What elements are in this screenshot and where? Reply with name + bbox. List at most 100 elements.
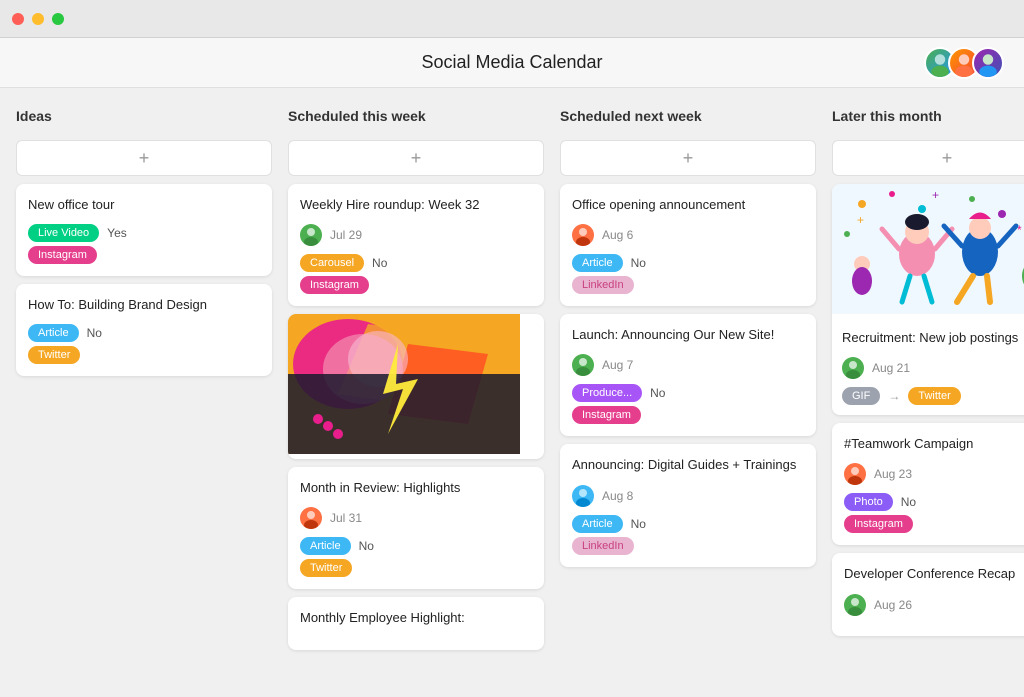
card-meta: Aug 23 [844, 463, 1024, 485]
tags-row-2: LinkedIn [572, 276, 804, 294]
tag-live-video: Live Video [28, 224, 99, 242]
status-no: No [631, 517, 646, 531]
card-date: Jul 29 [330, 228, 362, 242]
card-meta: Aug 21 [842, 357, 1024, 379]
status-yes: Yes [107, 226, 127, 240]
status-no: No [359, 539, 374, 553]
add-ideas-button[interactable]: + [16, 140, 272, 176]
card-title: #Teamwork Campaign [844, 435, 1024, 453]
card-title: Announcing: Digital Guides + Trainings [572, 456, 804, 474]
tag-twitter: Twitter [28, 346, 80, 364]
tag-instagram: Instagram [844, 515, 913, 533]
tags-row: Carousel No [300, 254, 532, 272]
card-avatar [844, 594, 866, 616]
tag-carousel: Carousel [300, 254, 364, 272]
card-avatar [842, 357, 864, 379]
minimize-button[interactable] [32, 13, 44, 25]
tags-row: Produce... No [572, 384, 804, 402]
card-meta: Aug 7 [572, 354, 804, 376]
column-ideas: Ideas + New office tour Live Video Yes I… [16, 104, 272, 675]
card-date: Aug 26 [874, 598, 912, 612]
card-meta: Aug 26 [844, 594, 1024, 616]
card-date: Aug 23 [874, 467, 912, 481]
tags-row: Article No [300, 537, 532, 555]
column-scheduled-next-week-header: Scheduled next week [560, 104, 816, 128]
arrow-right: → [888, 389, 900, 403]
tags-row-2: Instagram [844, 515, 1024, 533]
card-office-opening: Office opening announcement Aug 6 Articl… [560, 184, 816, 306]
card-weekly-hire: Weekly Hire roundup: Week 32 Jul 29 Caro… [288, 184, 544, 306]
tags-row-2: LinkedIn [572, 537, 804, 555]
tag-article: Article [572, 515, 623, 533]
card-avatar [300, 507, 322, 529]
tag-linkedin: LinkedIn [572, 276, 634, 294]
card-avatar [572, 224, 594, 246]
maximize-button[interactable] [52, 13, 64, 25]
page-title: Social Media Calendar [421, 52, 602, 73]
status-no: No [87, 326, 102, 340]
card-meta: Aug 8 [572, 485, 804, 507]
status-no: No [901, 495, 916, 509]
card-month-review: Month in Review: Highlights Jul 31 Artic… [288, 467, 544, 589]
column-scheduled-next-week: Scheduled next week + Office opening ann… [560, 104, 816, 675]
card-avatar [572, 354, 594, 376]
card-avatar [300, 224, 322, 246]
tags-row: Live Video Yes [28, 224, 260, 242]
tags-row: Article No [28, 324, 260, 342]
card-meta: Jul 31 [300, 507, 532, 529]
tags-row-2: Instagram [28, 246, 260, 264]
tags-row: Article No [572, 254, 804, 272]
column-later-this-month: Later this month + + * + [832, 104, 1024, 675]
card-title: Month in Review: Highlights [300, 479, 532, 497]
svg-text:+: + [857, 213, 864, 227]
tags-row-2: Instagram [572, 406, 804, 424]
column-later-this-month-header: Later this month [832, 104, 1024, 128]
column-scheduled-this-week: Scheduled this week + Weekly Hire roundu… [288, 104, 544, 675]
card-meta: Jul 29 [300, 224, 532, 246]
tags-row-2: Twitter [28, 346, 260, 364]
card-title: New office tour [28, 196, 260, 214]
tags-row-2: Instagram [300, 276, 532, 294]
status-no: No [372, 256, 387, 270]
tags-row: Article No [572, 515, 804, 533]
status-no: No [650, 386, 665, 400]
add-this-week-button[interactable]: + [288, 140, 544, 176]
card-recruitment: + * + [832, 184, 1024, 415]
card-monthly-employee: Monthly Employee Highlight: [288, 597, 544, 649]
column-scheduled-this-week-header: Scheduled this week [288, 104, 544, 128]
card-date: Jul 31 [330, 511, 362, 525]
card-date: Aug 21 [872, 361, 910, 375]
avatar-user3 [972, 47, 1004, 79]
svg-text:+: + [932, 188, 939, 202]
tag-gif: GIF [842, 387, 880, 405]
tags-row: Photo No [844, 493, 1024, 511]
close-button[interactable] [12, 13, 24, 25]
card-digital-guides: Announcing: Digital Guides + Trainings A… [560, 444, 816, 566]
card-design-image [288, 314, 544, 459]
card-title: Recruitment: New job postings [842, 329, 1024, 347]
add-later-button[interactable]: + [832, 140, 1024, 176]
card-avatar [572, 485, 594, 507]
card-title: Monthly Employee Highlight: [300, 609, 532, 627]
tag-instagram: Instagram [300, 276, 369, 294]
card-new-office-tour: New office tour Live Video Yes Instagram [16, 184, 272, 276]
card-title: Developer Conference Recap [844, 565, 1024, 583]
card-title: Launch: Announcing Our New Site! [572, 326, 804, 344]
card-teamwork-campaign: #Teamwork Campaign Aug 23 Photo No Insta… [832, 423, 1024, 545]
card-title: Office opening announcement [572, 196, 804, 214]
tags-row-2: Twitter [300, 559, 532, 577]
design-image-svg [288, 314, 520, 454]
card-title: How To: Building Brand Design [28, 296, 260, 314]
tag-photo: Photo [844, 493, 893, 511]
tag-article: Article [572, 254, 623, 272]
card-date: Aug 6 [602, 228, 633, 242]
card-developer-conference: Developer Conference Recap Aug 26 [832, 553, 1024, 635]
tag-produce: Produce... [572, 384, 642, 402]
add-next-week-button[interactable]: + [560, 140, 816, 176]
header: Social Media Calendar [0, 38, 1024, 88]
card-title: Weekly Hire roundup: Week 32 [300, 196, 532, 214]
tags-row: GIF → Twitter [842, 387, 1024, 405]
tag-linkedin: LinkedIn [572, 537, 634, 555]
card-meta: Aug 6 [572, 224, 804, 246]
tag-instagram: Instagram [572, 406, 641, 424]
